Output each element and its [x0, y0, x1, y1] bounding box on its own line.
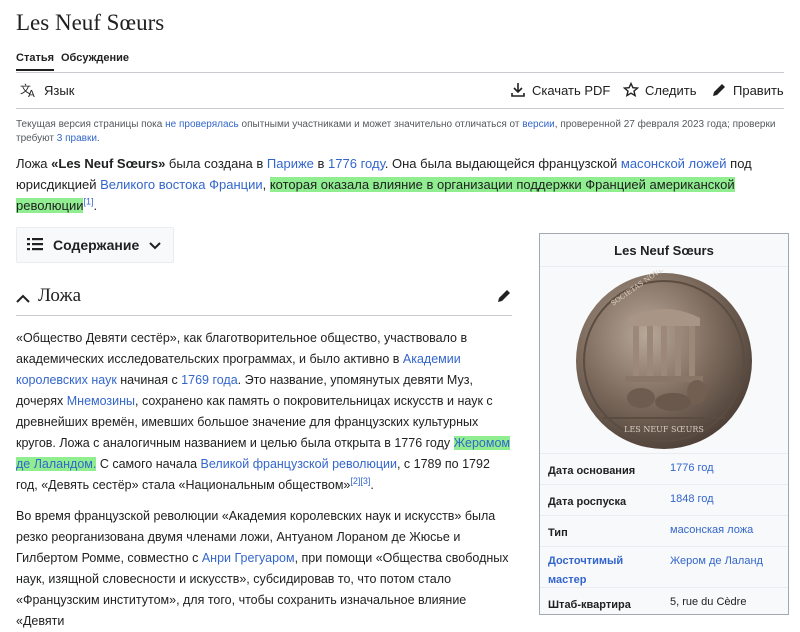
- section-paragraph: «Общество Девяти сестёр», как благотвори…: [16, 328, 512, 496]
- lead-text: Ложа: [16, 156, 52, 171]
- infobox-row: Дата роспуска 1848 год: [540, 484, 788, 515]
- infobox-key: Тип: [548, 527, 568, 539]
- notice-text: Текущая версия страницы пока: [16, 119, 166, 130]
- version-link[interactable]: версии: [522, 119, 555, 130]
- section-paragraph: Во время французской революции «Академия…: [16, 506, 512, 632]
- masonic-lodge-link[interactable]: масонской ложей: [621, 156, 727, 171]
- paragraph-text: .: [370, 478, 374, 492]
- infobox-title: Les Neuf Sœurs: [540, 234, 788, 267]
- infobox-key: Штаб-квартира: [548, 599, 631, 611]
- unreviewed-link[interactable]: не проверялась: [165, 119, 239, 130]
- infobox-key: Дата основания: [548, 465, 636, 477]
- notice-text: .: [96, 133, 100, 144]
- language-icon: 文A: [20, 82, 38, 98]
- paragraph-text: «Общество Девяти сестёр», как благотвори…: [16, 331, 468, 366]
- infobox: Les Neuf Sœurs LES NEUF SŒURS Дата основ…: [539, 233, 789, 615]
- watch-label: Следить: [645, 82, 697, 98]
- pending-edits-link[interactable]: 3 правки: [57, 133, 97, 144]
- lead-text: в: [313, 156, 329, 171]
- paris-link[interactable]: Париже: [267, 156, 314, 171]
- year-1769-link[interactable]: 1769 года: [181, 373, 238, 387]
- page-title: Les Neuf Sœurs: [16, 10, 165, 35]
- language-label: Язык: [44, 82, 75, 98]
- gregoire-link[interactable]: Анри Грегуаром: [202, 551, 295, 565]
- infobox-row: Дата основания 1776 год: [540, 453, 788, 484]
- star-icon: [623, 82, 639, 98]
- download-pdf-button[interactable]: Скачать PDF: [510, 82, 610, 98]
- revision-notice: Текущая версия страницы пока не проверял…: [16, 118, 788, 146]
- infobox-row: Тип масонская ложа: [540, 515, 788, 546]
- pencil-icon: [711, 82, 727, 98]
- infobox-row: Досточтимый мастер Жером де Лаланд: [540, 546, 788, 587]
- tab-article[interactable]: Статья: [16, 52, 55, 71]
- chevron-down-icon: [149, 237, 161, 253]
- infobox-value: 5, rue du Cèdre: [670, 596, 747, 608]
- infobox-value-link[interactable]: 1848 год: [670, 493, 714, 505]
- section-header: Ложа: [16, 283, 512, 316]
- medal-image[interactable]: LES NEUF SŒURS SOCIETAS NOVEM SORORUM: [573, 237, 755, 452]
- lead-bold-name: «Les Neuf Sœurs»: [51, 156, 166, 171]
- paragraph-text: С самого начала: [96, 457, 201, 471]
- medal-exergue-text: LES NEUF SŒURS: [624, 425, 704, 434]
- infobox-key-link[interactable]: Досточтимый мастер: [548, 552, 658, 590]
- french-revolution-link[interactable]: Великой французской революции: [201, 457, 397, 471]
- infobox-row: Штаб-квартира 5, rue du Cèdre: [540, 587, 788, 614]
- page-toolbar: 文A Язык Скачать PDF Следить Править: [16, 78, 784, 109]
- section-heading: Ложа: [38, 285, 82, 306]
- edit-button[interactable]: Править: [711, 82, 784, 98]
- lead-text: . Она была выдающейся французской: [384, 156, 621, 171]
- page-tabs: Статья Обсуждение: [16, 48, 784, 73]
- toc-label: Содержание: [53, 237, 140, 253]
- lead-text: .: [93, 198, 98, 213]
- infobox-rows: Дата основания 1776 год Дата роспуска 18…: [540, 453, 788, 614]
- download-pdf-label: Скачать PDF: [532, 82, 611, 98]
- infobox-key: Дата роспуска: [548, 496, 627, 508]
- edit-section-pencil-icon[interactable]: [496, 288, 512, 309]
- year-1776-link[interactable]: 1776 году: [328, 156, 385, 171]
- reference-link[interactable]: [2][3]: [350, 476, 370, 486]
- list-icon: [27, 237, 43, 254]
- table-of-contents-toggle[interactable]: Содержание: [16, 227, 174, 263]
- edit-label: Править: [733, 82, 784, 98]
- reference-link[interactable]: [1]: [83, 197, 93, 207]
- collapse-caret-icon[interactable]: [16, 291, 30, 309]
- infobox-value-link[interactable]: 1776 год: [670, 462, 714, 474]
- download-icon: [510, 82, 526, 98]
- paragraph-text: начиная с: [116, 373, 182, 387]
- lead-text: ,: [262, 177, 270, 192]
- infobox-value-link[interactable]: масонская ложа: [670, 524, 753, 536]
- notice-text: опытными участниками и может значительно…: [238, 119, 523, 130]
- lead-paragraph: Ложа «Les Neuf Sœurs» была создана в Пар…: [16, 153, 788, 216]
- language-button[interactable]: 文A Язык: [20, 82, 74, 98]
- mnemosyne-link[interactable]: Мнемозины: [67, 394, 135, 408]
- svg-text:A: A: [28, 89, 35, 98]
- lead-text: была создана в: [165, 156, 267, 171]
- watch-button[interactable]: Следить: [623, 82, 697, 98]
- infobox-value-link[interactable]: Жером де Лаланд: [670, 555, 763, 567]
- tab-discussion[interactable]: Обсуждение: [61, 52, 129, 64]
- grand-orient-link[interactable]: Великого востока Франции: [100, 177, 263, 192]
